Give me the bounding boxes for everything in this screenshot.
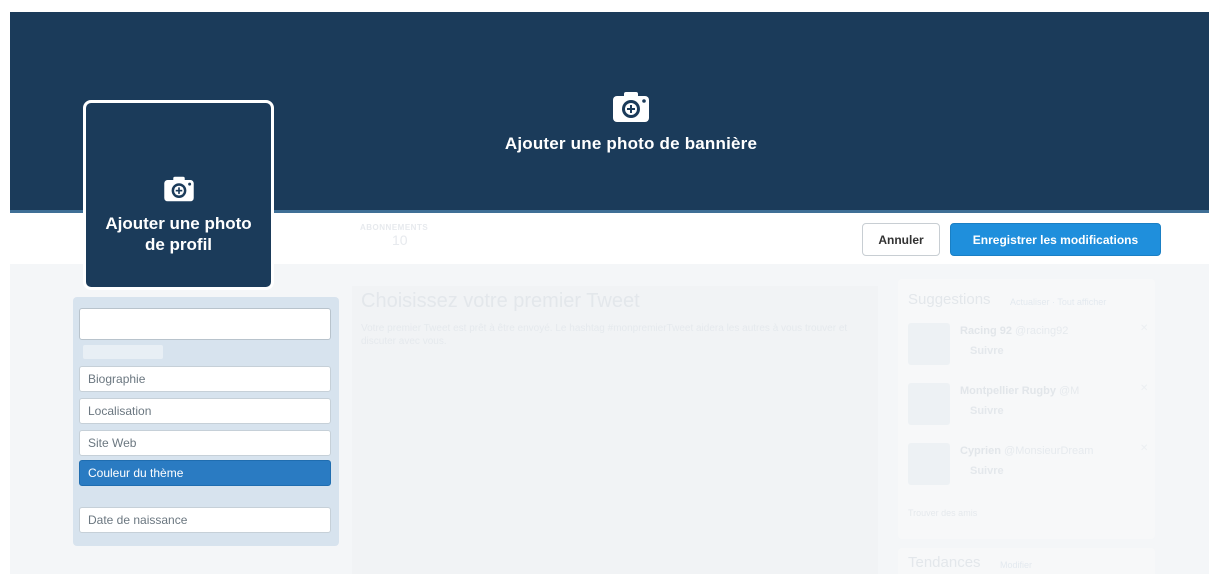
following-stat-label: ABONNEMENTS [360,223,429,232]
add-banner-photo-button[interactable]: Ajouter une photo de bannière [486,90,776,154]
profile-edit-form: Biographie Localisation Site Web Couleur… [73,297,339,546]
first-tweet-module: Choisissez votre premier Tweet Votre pre… [352,286,878,574]
theme-color-button[interactable]: Couleur du thème [79,460,331,486]
dismiss-icon[interactable]: ✕ [1140,323,1148,334]
change-trends-link[interactable]: Modifier [1000,560,1032,570]
website-field[interactable]: Site Web [79,430,331,456]
avatar[interactable] [908,443,950,485]
dismiss-icon[interactable]: ✕ [1140,443,1148,454]
suggestion-name[interactable]: Montpellier Rugby @M [960,385,1079,397]
suggestion-item: Racing 92 @racing92 Suivre ✕ [908,323,1148,373]
camera-icon [163,176,194,202]
trends-title: Tendances [908,554,981,571]
first-tweet-title: Choisissez votre premier Tweet [361,290,640,312]
suggestion-handle: @M [1059,385,1080,397]
cancel-button[interactable]: Annuler [862,223,940,256]
suggestion-name[interactable]: Racing 92 @racing92 [960,325,1068,337]
birthdate-field[interactable]: Date de naissance [79,507,331,533]
location-field[interactable]: Localisation [79,398,331,424]
find-friends-link[interactable]: Trouver des amis [908,508,977,518]
profile-edit-page: Ajouter une photo de bannière Ajouter un… [0,0,1209,574]
refresh-link[interactable]: Actualiser [1010,297,1050,307]
trends-module: Tendances Modifier [898,548,1155,574]
save-changes-button[interactable]: Enregistrer les modifications [950,223,1161,256]
follow-button[interactable]: Suivre [970,345,1004,357]
name-field[interactable] [79,308,331,340]
following-stat[interactable]: ABONNEMENTS 10 [360,223,428,248]
camera-icon [613,92,649,122]
avatar[interactable] [908,383,950,425]
avatar[interactable] [908,323,950,365]
first-tweet-description: Votre premier Tweet est prêt à être envo… [361,323,848,347]
follow-button[interactable]: Suivre [970,465,1004,477]
suggestions-module: Suggestions Actualiser · Tout afficher R… [898,279,1155,539]
suggestion-item: Montpellier Rugby @M Suivre ✕ [908,383,1148,433]
suggestion-handle: @racing92 [1015,325,1069,337]
dismiss-icon[interactable]: ✕ [1140,383,1148,394]
suggestions-title: Suggestions [908,291,991,308]
name-hint-strip [83,345,163,359]
bio-field[interactable]: Biographie [79,366,331,392]
follow-button[interactable]: Suivre [970,405,1004,417]
suggestion-name[interactable]: Cyprien @MonsieurDream [960,445,1093,457]
add-banner-photo-label: Ajouter une photo de bannière [504,134,758,153]
add-profile-photo-button[interactable]: Ajouter une photo de profil [83,100,274,290]
suggestion-handle: @MonsieurDream [1004,445,1094,457]
following-stat-value: 10 [392,232,408,248]
add-profile-photo-label: Ajouter une photo de profil [105,214,252,254]
view-all-link[interactable]: Tout afficher [1057,297,1106,307]
suggestions-links: Actualiser · Tout afficher [1010,297,1107,307]
suggestion-item: Cyprien @MonsieurDream Suivre ✕ [908,443,1148,493]
